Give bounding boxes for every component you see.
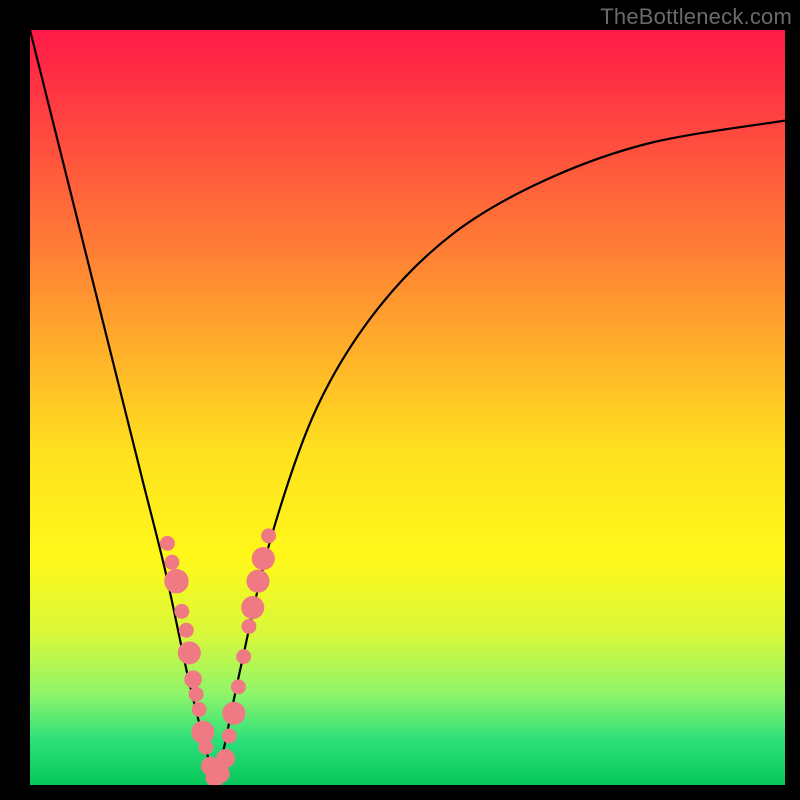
highlight-dot (246, 570, 269, 593)
highlight-dot (189, 687, 204, 702)
highlight-dot (222, 728, 237, 743)
highlight-dot (252, 547, 275, 570)
highlight-dot (192, 702, 207, 717)
highlight-dot (164, 555, 179, 570)
watermark-text: TheBottleneck.com (600, 4, 792, 30)
highlight-dot (198, 740, 213, 755)
highlight-dot (178, 641, 201, 664)
highlight-dot (241, 619, 256, 634)
highlight-dot (184, 670, 202, 688)
highlight-dot (231, 679, 246, 694)
highlight-dot (261, 528, 276, 543)
highlight-dot (222, 702, 245, 725)
highlight-dot (174, 604, 189, 619)
highlight-dot (216, 749, 235, 768)
chart-svg (30, 30, 785, 785)
highlight-dots (160, 528, 276, 785)
highlight-dot (164, 569, 188, 593)
highlight-dot (191, 721, 214, 744)
highlight-dot (160, 536, 175, 551)
bottleneck-curve (30, 30, 785, 781)
highlight-dot (179, 623, 194, 638)
highlight-dot (241, 596, 264, 619)
plot-area (30, 30, 785, 785)
highlight-dot (236, 649, 251, 664)
